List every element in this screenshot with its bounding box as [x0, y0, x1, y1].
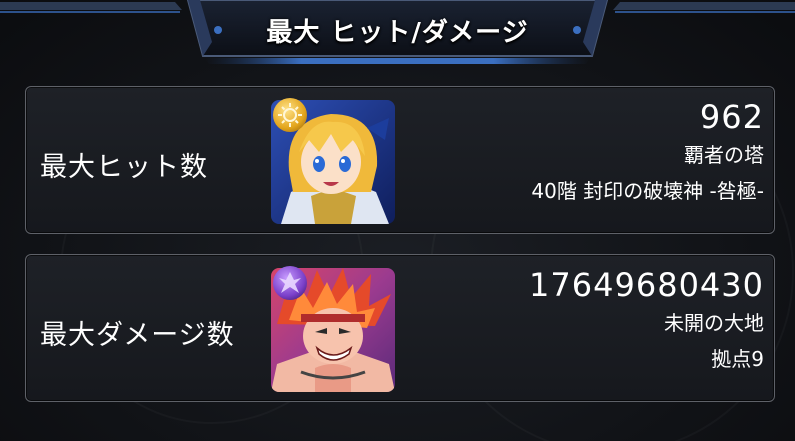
- max-hit-label: 最大ヒット数: [40, 152, 208, 183]
- max-hit-value: 962: [699, 98, 764, 136]
- gold-sun-element-icon: [273, 98, 307, 132]
- max-damage-panel: 最大ダメージ数 17649680430 未開の大地 拠点9: [25, 254, 775, 402]
- max-hit-floor-detail: 40階 封印の破壊神 -咎極-: [531, 179, 764, 203]
- max-hit-info: 962 覇者の塔 40階 封印の破壊神 -咎極-: [531, 97, 764, 209]
- purple-dark-element-icon: [273, 266, 307, 300]
- page-title: 最大 ヒット/ダメージ: [266, 18, 529, 48]
- max-damage-floor-detail: 拠点9: [711, 347, 764, 371]
- max-damage-value: 17649680430: [529, 266, 764, 304]
- max-hit-panel: 最大ヒット数 962 覇者の塔 40階 封印の破壊神 -咎極-: [25, 86, 775, 234]
- stats-screen: 最大 ヒット/ダメージ 最大ヒット数 962 覇者の塔 40階 封印の破壊神 -…: [0, 0, 795, 441]
- max-hit-location: 覇者の塔: [684, 143, 764, 167]
- max-damage-label: 最大ダメージ数: [40, 320, 235, 351]
- max-damage-location: 未開の大地: [664, 311, 764, 335]
- max-damage-info: 17649680430 未開の大地 拠点9: [529, 265, 764, 377]
